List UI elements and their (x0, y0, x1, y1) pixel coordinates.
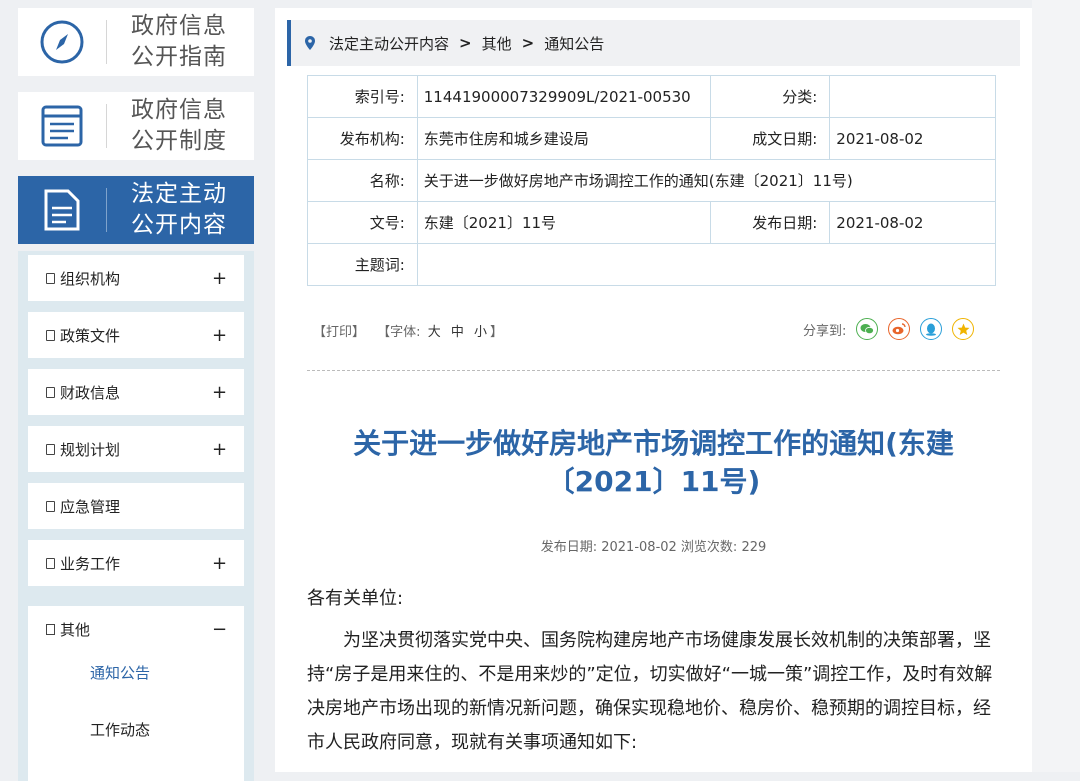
article-tools: 【打印】 【字体: 大 中 小】 (313, 325, 504, 340)
nav-card-disclosure-system[interactable]: 政府信息 公开制度 (18, 92, 254, 160)
share-bar: 分享到: (803, 318, 975, 340)
meta-label: 主题词: (307, 243, 418, 286)
category-menu: 组织机构 + 政策文件 + 财政信息 + 规划计划 + 应急管理 业务工作 + … (18, 251, 254, 781)
article-title: 关于进一步做好房地产市场调控工作的通知(东建〔2021〕11号) (353, 427, 954, 498)
meta-topic-value (416, 243, 997, 286)
meta-org-value: 东莞市住房和城乡建设局 (416, 117, 711, 160)
print-button[interactable]: 【打印】 (313, 325, 365, 340)
breadcrumb-item[interactable]: 其他 (482, 33, 512, 54)
expand-icon[interactable]: + (212, 553, 227, 574)
breadcrumb-item[interactable]: 通知公告 (544, 33, 604, 54)
meta-pub-value: 2021-08-02 (829, 201, 996, 244)
meta-index-value: 11441900007329909L/2021-00530 (416, 75, 711, 118)
collapse-icon[interactable]: − (212, 619, 227, 640)
menu-item-other-expanded: 其他 − 通知公告 工作动态 (28, 606, 244, 781)
breadcrumb-separator: > (521, 34, 535, 52)
article-pubinfo: 发布日期: 2021-08-02 浏览次数: 229 (540, 540, 767, 555)
qzone-icon[interactable] (952, 318, 975, 340)
page-margin (1032, 0, 1080, 772)
main-content: 法定主动公开内容 > 其他 > 通知公告 索引号: 11441900007329… (275, 8, 1032, 772)
breadcrumb: 法定主动公开内容 > 其他 > 通知公告 (287, 20, 1020, 66)
copy-icon (46, 329, 55, 341)
expand-icon[interactable]: + (212, 439, 227, 460)
meta-docno-value: 东建〔2021〕11号 (416, 201, 711, 244)
meta-label: 发布机构: (307, 117, 418, 160)
font-large-button[interactable]: 大 (428, 325, 441, 340)
menu-item-other[interactable]: 其他 − (28, 606, 244, 652)
nav-card-disclosure-guide[interactable]: 政府信息 公开指南 (18, 8, 254, 76)
menu-item-finance[interactable]: 财政信息 + (28, 369, 244, 415)
copy-icon (46, 443, 55, 455)
article-salutation: 各有关单位: (307, 588, 404, 609)
divider (307, 370, 1000, 371)
copy-icon (46, 500, 55, 512)
nav-card-label: 政府信息 公开指南 (131, 13, 227, 70)
copy-icon (46, 272, 55, 284)
location-pin-icon (305, 36, 315, 50)
weibo-icon[interactable] (888, 318, 911, 340)
meta-name-value: 关于进一步做好房地产市场调控工作的通知(东建〔2021〕11号) (416, 159, 997, 202)
menu-item-emergency[interactable]: 应急管理 (28, 483, 244, 529)
menu-item-policy-documents[interactable]: 政策文件 + (28, 312, 244, 358)
document-icon (18, 188, 106, 232)
meta-label: 索引号: (307, 75, 418, 118)
font-medium-button[interactable]: 中 (451, 325, 464, 340)
copy-icon (46, 386, 55, 398)
article-paragraph: 为坚决贯彻落实党中央、国务院构建房地产市场健康发展长效机制的决策部署，坚持“房子… (307, 630, 993, 753)
document-meta-table: 索引号: 11441900007329909L/2021-00530 分类: 发… (307, 75, 997, 286)
nav-card-label: 法定主动 公开内容 (131, 181, 227, 238)
copy-icon (46, 557, 55, 569)
article-body: 各有关单位: 为坚决贯彻落实党中央、国务院构建房地产市场健康发展长效机制的决策部… (307, 582, 1000, 760)
menu-item-business[interactable]: 业务工作 + (28, 540, 244, 586)
nav-card-label: 政府信息 公开制度 (131, 97, 227, 154)
compass-icon (18, 19, 106, 65)
copy-icon (46, 623, 55, 635)
share-label: 分享到: (803, 323, 847, 339)
breadcrumb-separator: > (459, 34, 472, 52)
list-document-icon (18, 104, 106, 148)
font-size-label: 【字体: (377, 325, 421, 340)
expand-icon[interactable]: + (212, 382, 227, 403)
meta-label: 文号: (307, 201, 418, 244)
meta-date-value: 2021-08-02 (829, 117, 996, 160)
font-small-button[interactable]: 小 (474, 325, 487, 340)
meta-label: 分类: (709, 75, 831, 118)
meta-label: 成文日期: (709, 117, 831, 160)
nav-card-statutory-content[interactable]: 法定主动 公开内容 (18, 176, 254, 244)
sub-item-notices[interactable]: 通知公告 (90, 662, 150, 683)
meta-label: 发布日期: (709, 201, 831, 244)
expand-icon[interactable]: + (212, 268, 227, 289)
qq-icon[interactable] (920, 318, 943, 340)
wechat-icon[interactable] (856, 318, 879, 340)
sub-item-work-news[interactable]: 工作动态 (90, 719, 150, 740)
breadcrumb-item[interactable]: 法定主动公开内容 (329, 33, 449, 54)
menu-item-organization[interactable]: 组织机构 + (28, 255, 244, 301)
meta-category-value (829, 75, 996, 118)
menu-item-planning[interactable]: 规划计划 + (28, 426, 244, 472)
meta-label: 名称: (307, 159, 418, 202)
expand-icon[interactable]: + (212, 325, 227, 346)
